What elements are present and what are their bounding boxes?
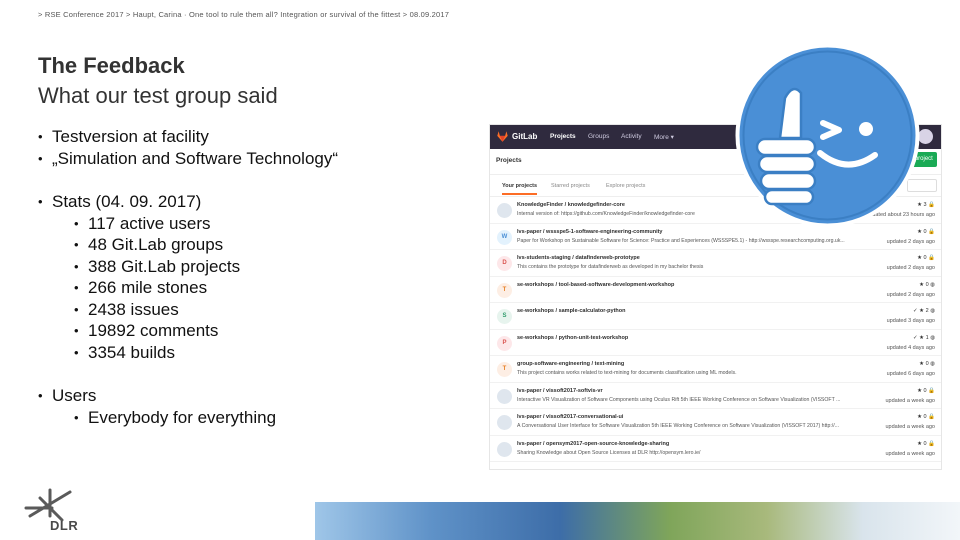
project-name[interactable]: se-workshops / tool-based-software-devel… (517, 282, 674, 288)
projects-title: Projects (496, 157, 522, 164)
project-avatar[interactable]: P (497, 335, 512, 351)
bullet-testversion-facility: „Simulation and Software Technology“ (38, 148, 478, 170)
project-updated: updated 6 days ago (886, 371, 935, 377)
bullet-stats: Stats (04. 09. 2017) (38, 191, 478, 213)
project-description: Paper for Workshop on Sustainable Softwa… (517, 237, 845, 244)
project-stats: ★ 0 ◍ (919, 281, 935, 288)
project-updated: updated 3 days ago (886, 318, 935, 324)
slide-subtitle: What our test group said (38, 83, 278, 108)
project-description: Sharing Knowledge about Open Source Lice… (517, 449, 701, 456)
project-stats: ✓ ★ 2 ◍ (913, 308, 935, 314)
project-stats: ★ 0 🔒 (917, 228, 935, 235)
stat-item: 266 mile stones (38, 277, 478, 299)
project-row[interactable]: Tgroup-software-engineering / text-minin… (490, 356, 941, 383)
tab-explore-projects[interactable]: Explore projects (606, 183, 645, 189)
project-avatar[interactable]: S (497, 309, 512, 324)
project-avatar[interactable]: T (497, 362, 512, 377)
project-stats: ★ 0 ◍ (919, 361, 935, 367)
project-updated: updated 2 days ago (886, 265, 935, 271)
earth-image-strip (315, 502, 960, 540)
project-name[interactable]: se-workshops / sample-calculator-python (517, 308, 626, 314)
project-name[interactable]: lvs-paper / vissoft2017-softvis-vr (517, 388, 603, 394)
slide-title: The Feedback (38, 53, 185, 78)
project-avatar[interactable] (497, 203, 512, 218)
project-description: Interactive VR Visualization of Software… (517, 396, 841, 403)
project-name[interactable]: lvs-students-staging / datafinderweb-pro… (517, 255, 640, 261)
bullet-users: Users (38, 385, 478, 407)
stat-item: 2438 issues (38, 299, 478, 321)
avatar[interactable] (918, 129, 933, 144)
dlr-logo-text: DLR (50, 518, 79, 533)
project-avatar[interactable] (497, 388, 512, 404)
nav-projects[interactable]: Projects (550, 133, 576, 140)
project-name[interactable]: se-workshops / python-unit-test-workshop (517, 335, 628, 341)
project-name[interactable]: lvs-paper / opensym2017-open-source-know… (517, 441, 669, 447)
project-name[interactable]: KnowledgeFinder / knowledgefinder-core (517, 202, 625, 208)
project-list: KnowledgeFinder / knowledgefinder-core In… (490, 197, 941, 462)
project-name[interactable]: lvs-paper / wssspe5-1-software-engineeri… (517, 229, 662, 235)
project-stats: ✓ ★ 1 ◍ (913, 334, 935, 341)
project-avatar[interactable]: W (497, 229, 512, 245)
project-avatar[interactable]: D (497, 256, 512, 271)
project-row[interactable]: Dlvs-students-staging / datafinderweb-pr… (490, 250, 941, 277)
tab-your-projects[interactable]: Your projects (502, 183, 538, 195)
project-row[interactable]: Pse-workshops / python-unit-test-worksho… (490, 330, 941, 356)
project-stats: ★ 0 🔒 (917, 387, 935, 394)
project-updated: updated a week ago (885, 424, 935, 430)
project-updated: updated 2 days ago (886, 238, 935, 245)
stat-item: 117 active users (38, 213, 478, 235)
project-row[interactable]: Tse-workshops / tool-based-software-deve… (490, 277, 941, 303)
project-avatar[interactable]: T (497, 282, 512, 298)
nav-activity[interactable]: Activity (621, 133, 642, 140)
project-name[interactable]: lvs-paper / vissoft2017-conversational-u… (517, 414, 623, 420)
project-name[interactable]: group-software-engineering / text-mining (517, 361, 624, 367)
stat-item: 3354 builds (38, 342, 478, 364)
facility-name: „Simulation and Software Technology“ (52, 148, 339, 168)
nav-groups[interactable]: Groups (588, 133, 609, 140)
project-avatar[interactable] (497, 441, 512, 457)
project-description: This contains the prototype for datafind… (517, 264, 704, 270)
stat-item: 19892 comments (38, 320, 478, 342)
project-stats: ★ 0 🔒 (917, 414, 935, 420)
project-description: This project contains works related to t… (517, 370, 737, 376)
project-row[interactable]: Sse-workshops / sample-calculator-python… (490, 303, 941, 330)
project-updated: updated 4 days ago (886, 344, 935, 351)
tab-starred-projects[interactable]: Starred projects (551, 183, 590, 189)
bullet-list: Testversion at facility „Simulation and … (38, 126, 478, 428)
nav-more[interactable]: More ▾ (654, 133, 674, 141)
project-updated: updated 2 days ago (886, 291, 935, 298)
gitlab-brand[interactable]: GitLab (512, 132, 537, 141)
project-stats: ★ 0 🔒 (917, 440, 935, 447)
project-avatar[interactable] (497, 415, 512, 430)
project-description: A Conversational User Interface for Soft… (517, 423, 839, 429)
project-stats: ★ 0 🔒 (917, 255, 935, 261)
gitlab-logo-icon (497, 131, 508, 142)
stat-item: 48 Git.Lab groups (38, 234, 478, 256)
project-updated: updated a week ago (885, 397, 935, 404)
project-updated: updated a week ago (885, 450, 935, 457)
users-item: Everybody for everything (38, 407, 478, 429)
project-row[interactable]: lvs-paper / vissoft2017-softvis-vr Intera… (490, 383, 941, 409)
project-row[interactable]: lvs-paper / opensym2017-open-source-know… (490, 436, 941, 462)
breadcrumb: > RSE Conference 2017 > Haupt, Carina · … (38, 10, 450, 19)
stat-item: 388 Git.Lab projects (38, 256, 478, 278)
bullet-testversion: Testversion at facility (38, 126, 478, 148)
thumbs-up-wink-emoji-icon (735, 43, 920, 228)
project-row[interactable]: lvs-paper / vissoft2017-conversational-u… (490, 409, 941, 436)
